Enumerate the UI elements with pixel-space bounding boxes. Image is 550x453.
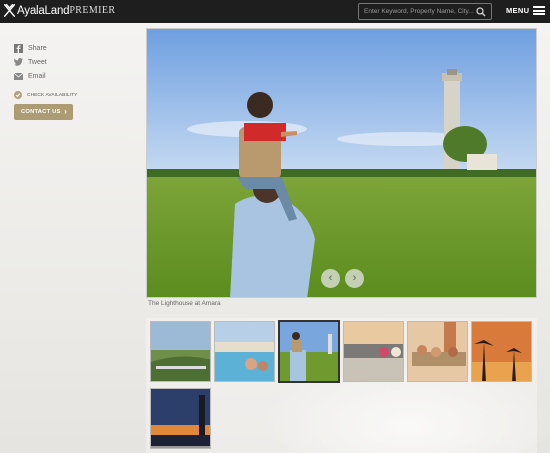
search-box[interactable]: [358, 3, 492, 20]
search-icon[interactable]: [476, 7, 486, 17]
check-icon: [14, 91, 22, 99]
top-navigation-bar: AyalaLand PREMIER MENU: [0, 0, 550, 23]
hamburger-icon: [533, 6, 546, 15]
thumbnail-strip: [146, 318, 537, 453]
ayala-land-premier-logo[interactable]: AyalaLand PREMIER: [4, 4, 115, 17]
menu-label: MENU: [506, 6, 530, 15]
chevron-right-icon: ›: [352, 272, 357, 284]
share-email-link[interactable]: Email: [14, 69, 47, 83]
thumbnail-6[interactable]: [471, 321, 532, 382]
logo-mark-icon: [4, 4, 15, 17]
contact-us-label: CONTACT US: [21, 109, 61, 115]
chevron-left-icon: ‹: [328, 272, 333, 284]
lighthouse-photo: [147, 29, 536, 297]
share-links: Share Tweet Email: [14, 41, 47, 83]
thumbnail-3-selected[interactable]: [278, 320, 340, 383]
thumbnail-4[interactable]: [343, 321, 404, 382]
chevron-right-icon: ›: [64, 107, 67, 116]
twitter-icon: [14, 58, 23, 67]
logo-text: AyalaLand: [17, 4, 70, 17]
menu-button[interactable]: MENU: [506, 6, 546, 15]
next-image-button[interactable]: ›: [345, 269, 364, 288]
email-icon: [14, 72, 23, 81]
logo-subtext: PREMIER: [69, 5, 116, 16]
image-caption: The Lighthouse at Amara: [148, 300, 221, 307]
contact-us-button[interactable]: CONTACT US ›: [14, 104, 73, 120]
email-label: Email: [28, 72, 46, 80]
thumbnail-1[interactable]: [150, 321, 211, 382]
thumbnail-2[interactable]: [214, 321, 275, 382]
facebook-icon: [14, 43, 23, 53]
tweet-label: Tweet: [28, 58, 47, 66]
check-availability-link[interactable]: CHECK AVAILABILITY: [14, 91, 77, 99]
thumbnail-7[interactable]: [150, 388, 211, 449]
previous-image-button[interactable]: ‹: [321, 269, 340, 288]
share-label: Share: [28, 44, 47, 52]
thumbnail-5[interactable]: [407, 321, 468, 382]
share-twitter-link[interactable]: Tweet: [14, 55, 47, 69]
main-gallery-image[interactable]: ‹ ›: [146, 28, 537, 298]
check-availability-label: CHECK AVAILABILITY: [27, 92, 78, 98]
search-input[interactable]: [359, 8, 477, 15]
share-facebook-link[interactable]: Share: [14, 41, 47, 55]
